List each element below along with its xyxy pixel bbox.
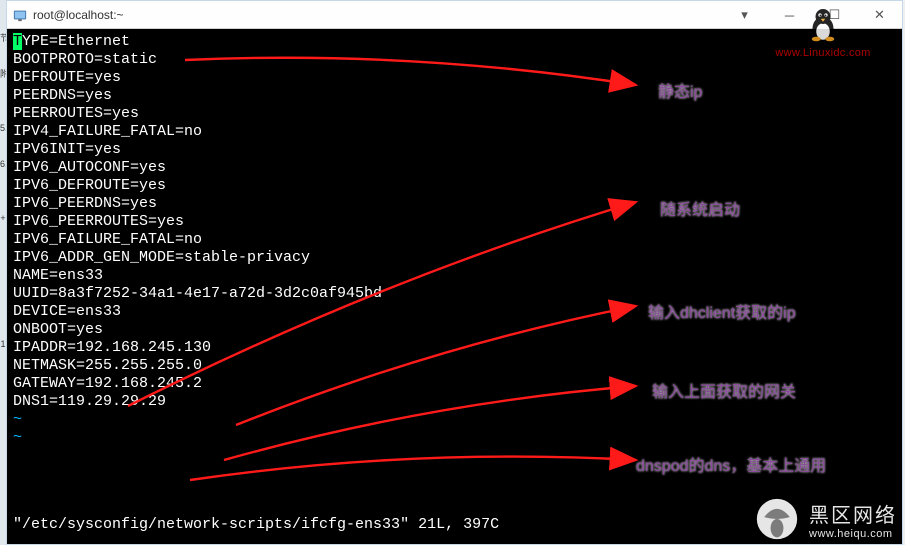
annotation-label: dnspod的dns，基本上通用	[636, 452, 826, 476]
annotation-label: 随系统启动	[660, 196, 740, 220]
vim-status-line: "/etc/sysconfig/network-scripts/ifcfg-en…	[13, 516, 499, 534]
window-title: root@localhost:~	[33, 8, 124, 22]
watermark-heiqu-title: 黑区网络	[809, 499, 897, 528]
mushroom-icon	[755, 497, 799, 541]
page-right-margin	[905, 0, 915, 545]
window-dropdown-button[interactable]: ▾	[722, 1, 767, 29]
watermark-heiqu-url: www.heiqu.com	[809, 528, 897, 540]
penguin-icon	[808, 6, 838, 42]
watermark-heiqu: 黑区网络 www.heiqu.com	[755, 497, 897, 541]
annotation-label: 输入上面获取的网关	[652, 378, 796, 402]
watermark-linuxidc: www.Linuxidc.com	[763, 6, 883, 59]
putty-icon	[13, 8, 27, 22]
annotation-label: 输入dhclient获取的ip	[648, 299, 796, 323]
annotation-label: 静态ip	[658, 78, 702, 102]
watermark-text: www.Linuxidc.com	[763, 47, 883, 59]
